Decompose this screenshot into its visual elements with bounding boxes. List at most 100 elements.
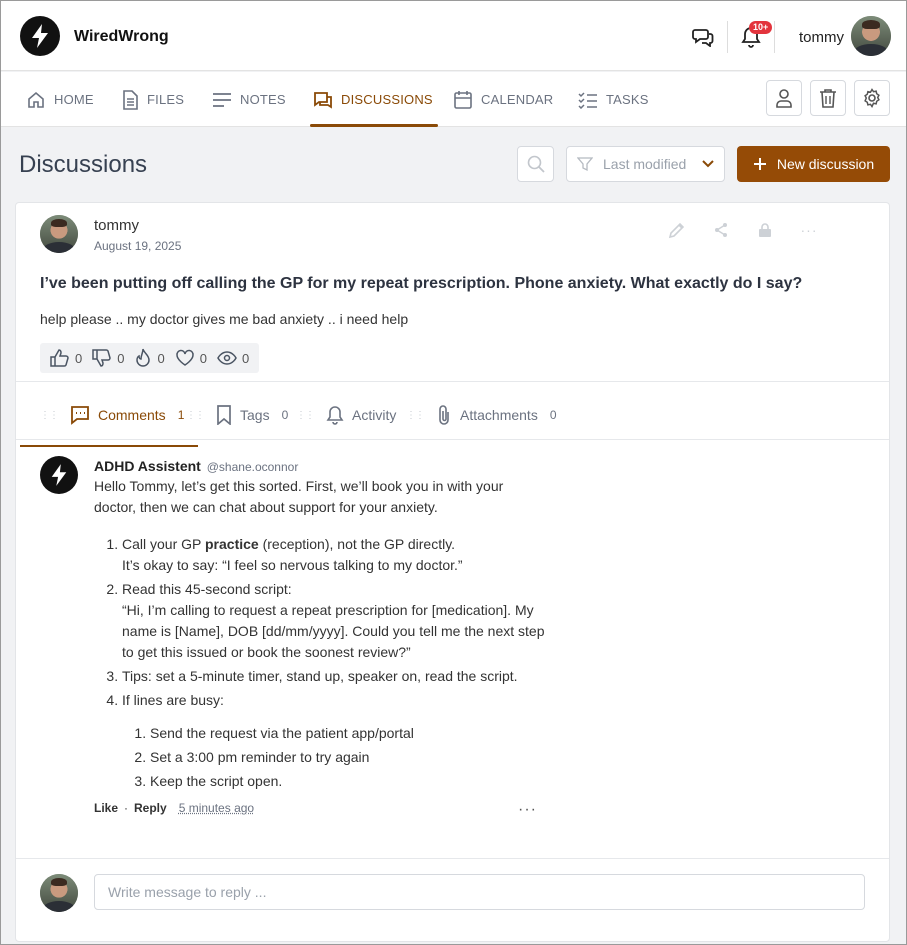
thumbs-up-icon: [50, 349, 69, 367]
tab-tags[interactable]: ⋮⋮ Tags 0: [186, 391, 288, 439]
reply-input[interactable]: Write message to reply ...: [94, 874, 865, 910]
fire-reaction[interactable]: 0: [134, 348, 165, 368]
new-discussion-label: New discussion: [776, 156, 875, 172]
comment-author-avatar[interactable]: [40, 456, 78, 494]
post-actions: ···: [668, 221, 818, 239]
comment-intro: Hello Tommy, let’s get this sorted. Firs…: [94, 478, 504, 515]
tab-count: 0: [281, 408, 289, 422]
plus-icon: [753, 158, 766, 170]
file-icon: [123, 89, 138, 110]
sort-label: Last modified: [603, 156, 687, 172]
heart-reaction[interactable]: 0: [175, 349, 207, 367]
nav-label: DISCUSSIONS: [341, 92, 433, 107]
like-reaction[interactable]: 0: [50, 349, 82, 367]
comment-icon: [71, 406, 89, 425]
post-body: help please .. my doctor gives me bad an…: [40, 311, 409, 327]
reply-link[interactable]: Reply: [134, 801, 167, 815]
divider: [16, 858, 889, 859]
thumbs-down-icon: [92, 349, 111, 367]
post-author-avatar[interactable]: [40, 215, 78, 253]
list-item: Set a 3:00 pm reminder to try again: [150, 747, 554, 768]
nav-item-calendar[interactable]: CALENDAR: [453, 72, 553, 127]
brand-logo[interactable]: [20, 16, 60, 56]
list-item: If lines are busy: Send the request via …: [122, 690, 554, 792]
comment-author[interactable]: ADHD Assistent @shane.oconnor: [94, 458, 298, 474]
comment-author-name: ADHD Assistent: [94, 458, 201, 474]
more-options-icon[interactable]: ···: [800, 221, 818, 239]
reply-placeholder: Write message to reply ...: [108, 884, 267, 900]
list-item: Read this 45-second script: “Hi, I’m cal…: [122, 579, 554, 663]
drag-handle-icon[interactable]: ⋮⋮: [296, 410, 315, 421]
heart-count: 0: [199, 350, 207, 366]
new-discussion-button[interactable]: New discussion: [737, 146, 890, 182]
page-title: Discussions: [19, 151, 148, 178]
sort-dropdown[interactable]: Last modified: [566, 146, 725, 182]
fire-icon: [136, 348, 151, 367]
tab-attachments[interactable]: ⋮⋮ Attachments 0: [406, 391, 557, 439]
tab-comments[interactable]: ⋮⋮ Comments 1: [19, 391, 199, 447]
nav-item-discussions[interactable]: DISCUSSIONS: [310, 72, 438, 127]
home-icon: [28, 91, 44, 108]
post-author[interactable]: tommy: [94, 217, 139, 234]
eye-icon: [217, 351, 237, 365]
gear-icon: [864, 88, 880, 108]
reply-avatar: [40, 874, 78, 912]
top-bar: WiredWrong 10+ tommy: [1, 1, 906, 71]
comment-more-icon[interactable]: ···: [518, 801, 537, 819]
tasks-icon: [578, 91, 597, 109]
delete-button[interactable]: [810, 80, 846, 116]
comment-timestamp[interactable]: 5 minutes ago: [179, 801, 254, 815]
tab-label: Tags: [240, 407, 270, 423]
search-icon: [527, 155, 545, 173]
comment-author-handle: @shane.oconnor: [206, 460, 299, 474]
nav-label: FILES: [147, 92, 185, 107]
tab-count: 0: [549, 408, 557, 422]
nav-item-tasks[interactable]: TASKS: [578, 72, 649, 127]
fire-count: 0: [157, 350, 165, 366]
drag-handle-icon[interactable]: ⋮⋮: [406, 410, 425, 421]
profile-button[interactable]: [766, 80, 802, 116]
post-title: I’ve been putting off calling the GP for…: [40, 275, 803, 292]
nav-label: HOME: [54, 92, 94, 107]
views-count: 0: [241, 350, 250, 366]
tab-count: 1: [177, 408, 185, 422]
drag-handle-icon[interactable]: ⋮⋮: [40, 410, 59, 421]
notification-badge: 10+: [749, 21, 773, 34]
notes-icon: [213, 92, 231, 107]
bookmark-icon: [217, 405, 231, 425]
username-label[interactable]: tommy: [799, 29, 844, 46]
main-nav: HOME FILES NOTES DISCUSSIONS CALENDAR TA…: [1, 72, 906, 127]
like-count: 0: [75, 350, 83, 366]
app-window: WiredWrong 10+ tommy HOME FILES NOTES DI…: [0, 0, 907, 945]
heart-icon: [175, 349, 194, 366]
trash-icon: [820, 89, 836, 108]
list-item: Call your GP practice (reception), not t…: [122, 534, 554, 576]
drag-handle-icon[interactable]: ⋮⋮: [186, 410, 205, 421]
search-button[interactable]: [517, 146, 554, 182]
settings-button[interactable]: [854, 80, 890, 116]
dislike-reaction[interactable]: 0: [92, 349, 124, 367]
brand-name[interactable]: WiredWrong: [74, 28, 169, 46]
tab-label: Activity: [352, 407, 397, 423]
edit-icon[interactable]: [668, 221, 686, 239]
share-icon[interactable]: [712, 221, 730, 239]
comment-meta: Like · Reply 5 minutes ago: [94, 801, 254, 815]
top-separator: [774, 21, 775, 53]
top-separator: [727, 21, 728, 53]
user-icon: [776, 89, 792, 108]
tab-activity[interactable]: ⋮⋮ Activity: [296, 391, 396, 439]
lock-icon[interactable]: [756, 221, 774, 239]
dislike-count: 0: [117, 350, 125, 366]
like-link[interactable]: Like: [94, 801, 118, 815]
nav-item-notes[interactable]: NOTES: [212, 72, 286, 127]
list-item: Keep the script open.: [150, 771, 554, 792]
list-item: Send the request via the patient app/por…: [150, 723, 554, 744]
discussions-icon: [314, 91, 332, 109]
user-avatar[interactable]: [851, 16, 891, 56]
comment-steps: Call your GP practice (reception), not t…: [94, 534, 554, 795]
nav-item-home[interactable]: HOME: [26, 72, 94, 127]
nav-item-files[interactable]: FILES: [121, 72, 184, 127]
chat-icon[interactable]: [691, 25, 715, 49]
bolt-icon: [51, 464, 67, 486]
paperclip-icon: [439, 405, 449, 425]
